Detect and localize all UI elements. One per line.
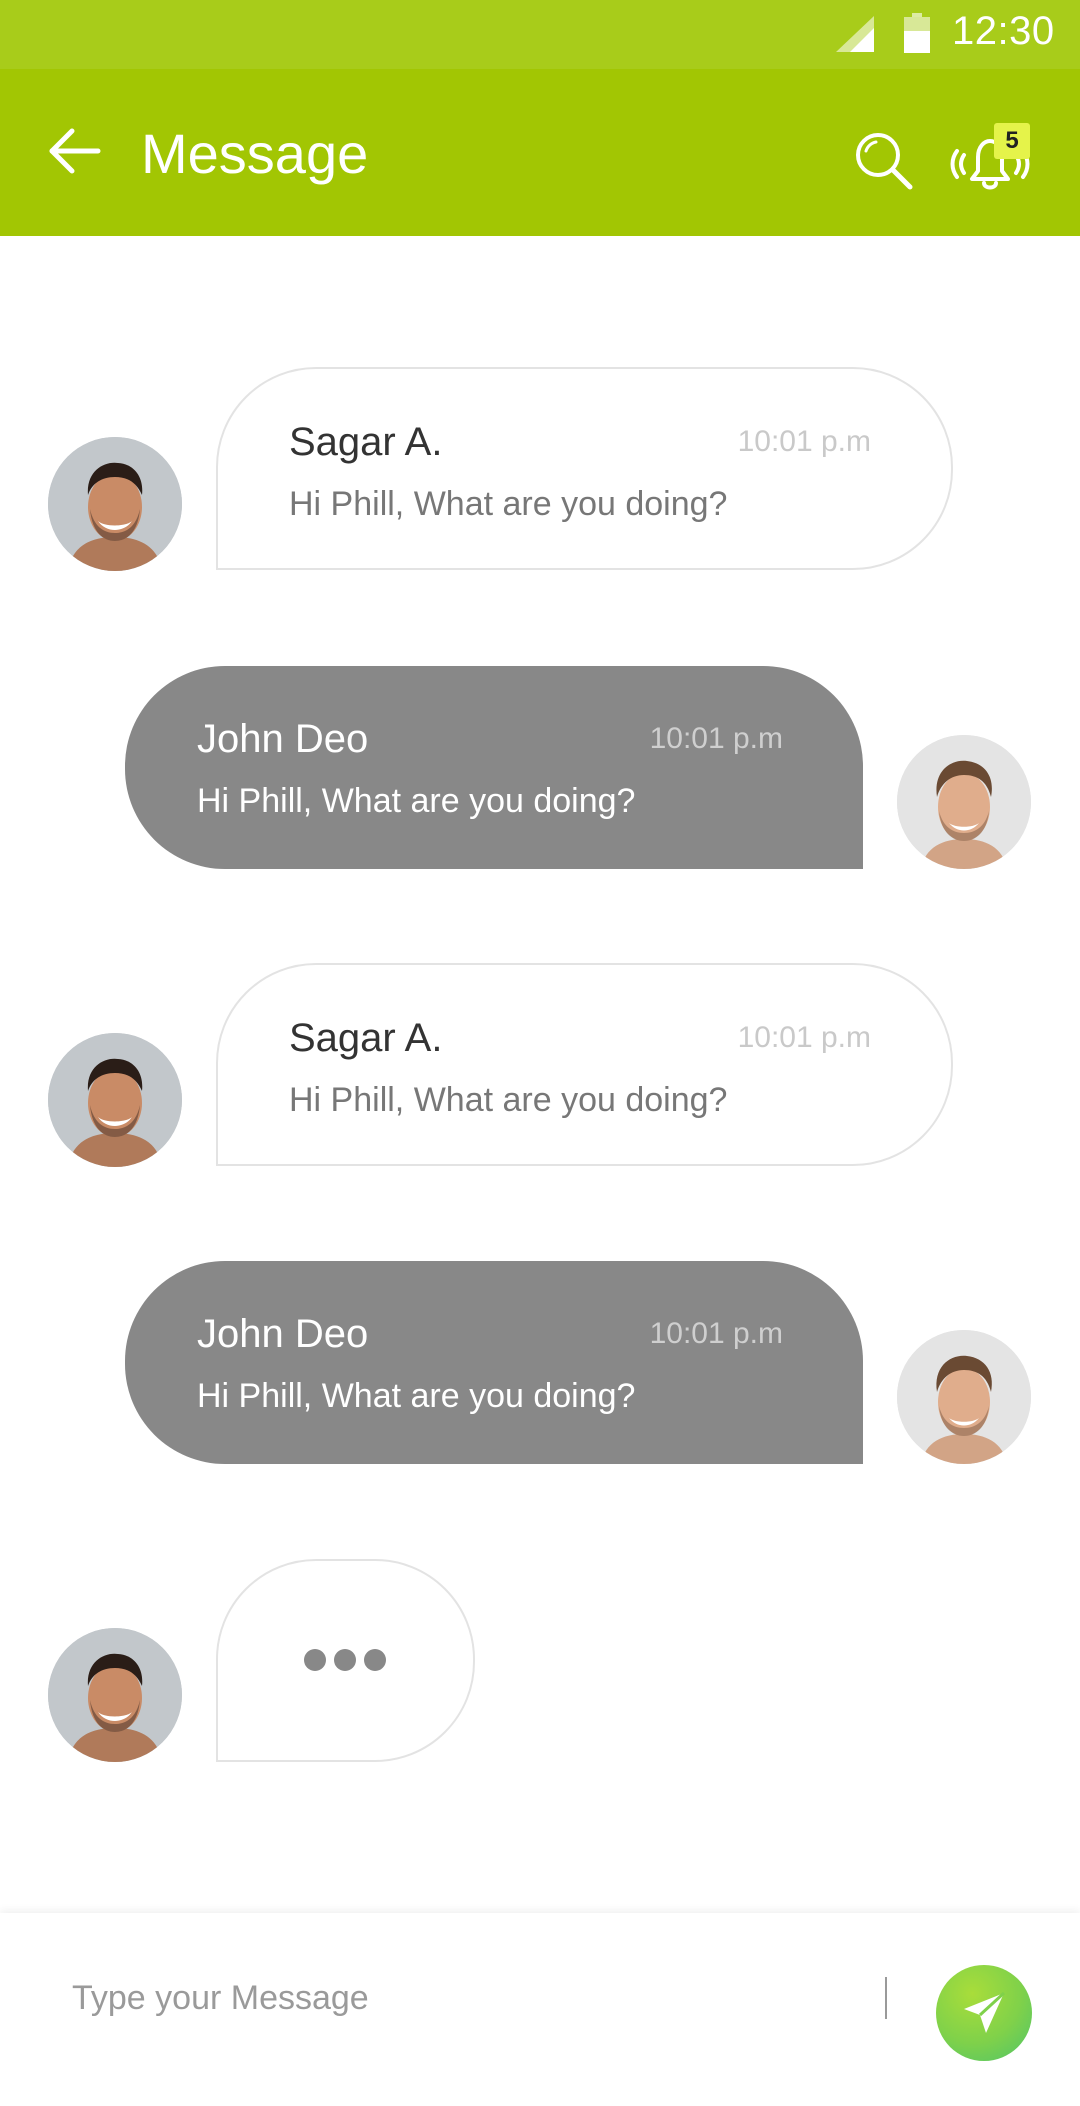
- input-divider: [885, 1977, 887, 2019]
- message-time: 10:01 p.m: [737, 425, 871, 458]
- sender-avatar[interactable]: [897, 735, 1031, 869]
- message-time: 10:01 p.m: [649, 722, 783, 755]
- message-text: Hi Phill, What are you doing?: [289, 485, 728, 523]
- send-button[interactable]: [936, 1965, 1032, 2061]
- notifications-button[interactable]: 5: [950, 121, 1030, 201]
- status-bar: 12:30: [0, 0, 1080, 69]
- message-text: Hi Phill, What are you doing?: [197, 782, 636, 820]
- message-time: 10:01 p.m: [649, 1317, 783, 1350]
- message-sender: Sagar A.: [289, 420, 443, 464]
- status-time: 12:30: [952, 9, 1055, 53]
- battery-icon: [904, 13, 930, 53]
- message-text: Hi Phill, What are you doing?: [197, 1377, 636, 1415]
- paper-plane-icon: [964, 1991, 1006, 2033]
- arrow-left-icon[interactable]: [44, 121, 104, 181]
- typing-dots-icon: [304, 1649, 386, 1671]
- person-avatar-icon: [897, 735, 1031, 869]
- message-sender: John Deo: [197, 1312, 369, 1356]
- typing-indicator: [216, 1559, 475, 1762]
- sender-avatar[interactable]: [897, 1330, 1031, 1464]
- page-title: Message: [141, 122, 369, 185]
- person-avatar-icon: [48, 1628, 182, 1762]
- person-avatar-icon: [48, 1033, 182, 1167]
- sender-avatar[interactable]: [48, 1033, 182, 1167]
- message-text: Hi Phill, What are you doing?: [289, 1081, 728, 1119]
- message-sender: Sagar A.: [289, 1016, 443, 1060]
- message-composer: [0, 1913, 1080, 2106]
- app-bar: Message 5: [0, 69, 1080, 236]
- message-bubble-outgoing[interactable]: John Deo 10:01 p.m Hi Phill, What are yo…: [125, 1261, 863, 1464]
- message-bubble-incoming[interactable]: Sagar A. 10:01 p.m Hi Phill, What are yo…: [216, 963, 953, 1166]
- notification-count-badge: 5: [994, 123, 1030, 159]
- person-avatar-icon: [48, 437, 182, 571]
- person-avatar-icon: [897, 1330, 1031, 1464]
- message-sender: John Deo: [197, 717, 369, 761]
- search-icon[interactable]: [852, 129, 914, 191]
- message-input[interactable]: [60, 1963, 884, 2033]
- sender-avatar[interactable]: [48, 437, 182, 571]
- message-bubble-incoming[interactable]: Sagar A. 10:01 p.m Hi Phill, What are yo…: [216, 367, 953, 570]
- sender-avatar[interactable]: [48, 1628, 182, 1762]
- message-bubble-outgoing[interactable]: John Deo 10:01 p.m Hi Phill, What are yo…: [125, 666, 863, 869]
- signal-icon: [836, 16, 874, 52]
- message-time: 10:01 p.m: [737, 1021, 871, 1054]
